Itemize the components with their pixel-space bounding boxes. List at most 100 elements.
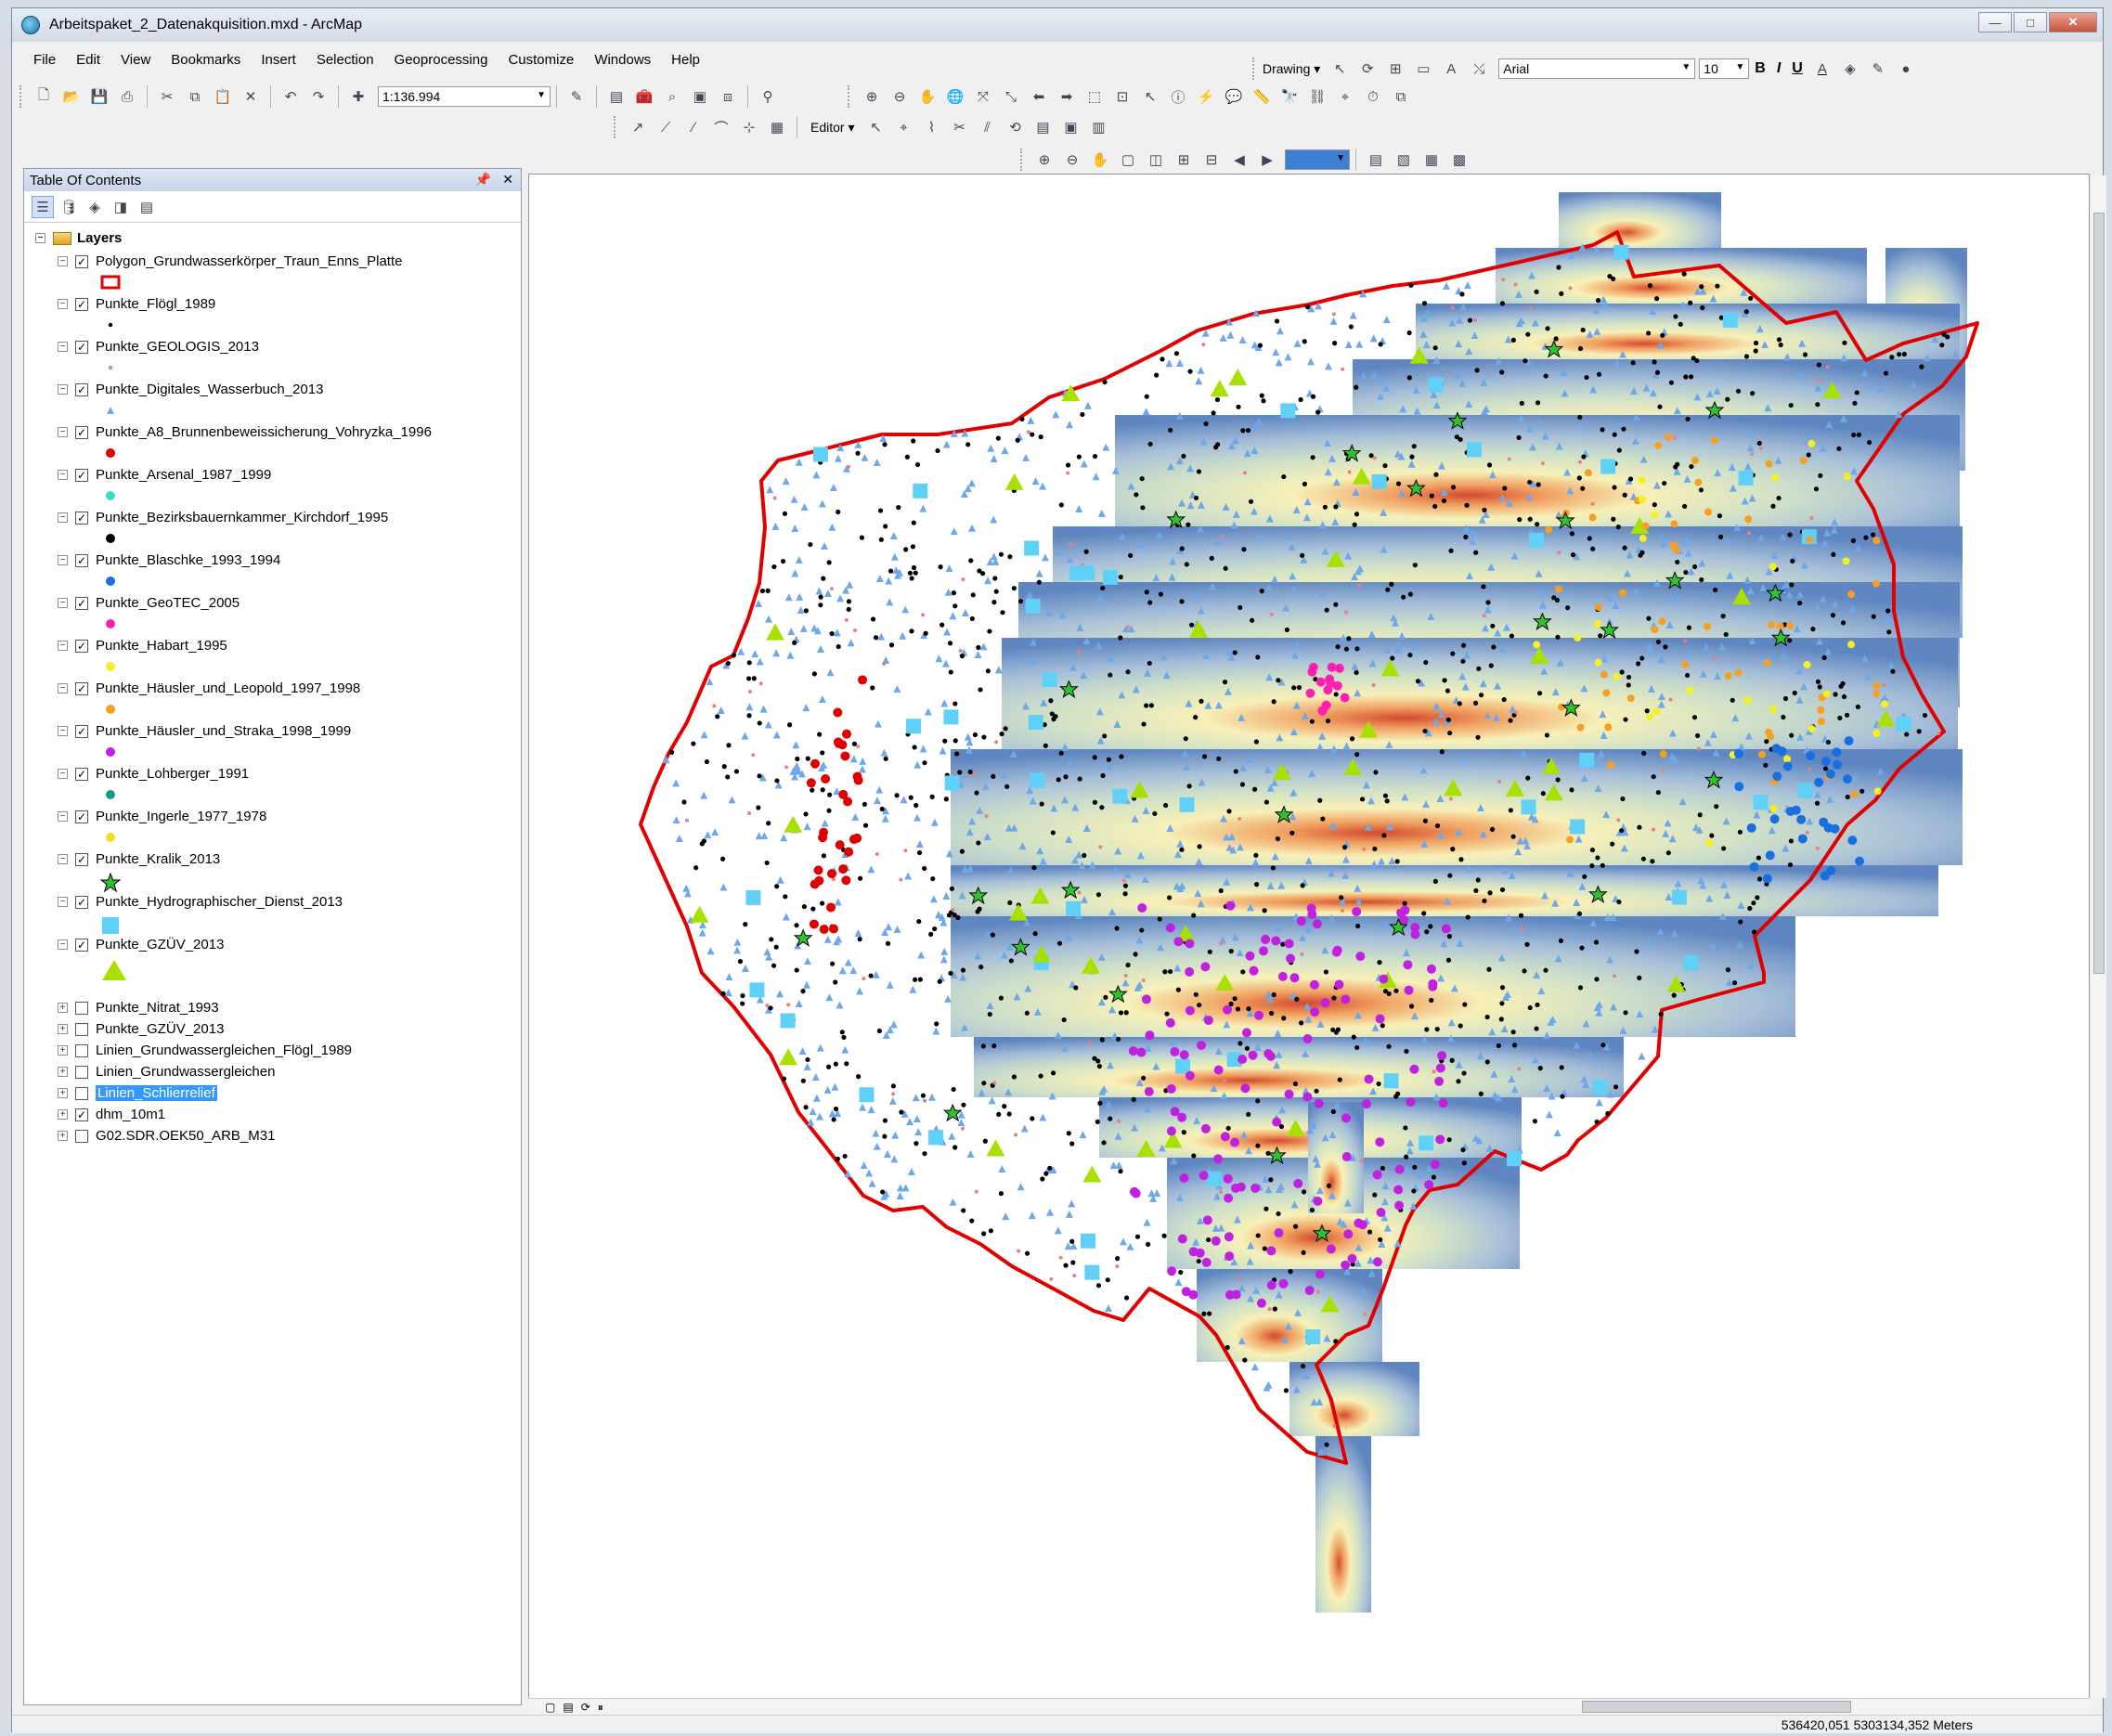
layer-row[interactable]: − ✓ Punkte_Lohberger_1991 — [58, 766, 249, 782]
layer-row[interactable]: − ✓ Punkte_Kralik_2013 — [58, 851, 220, 867]
refresh-icon[interactable]: ⟳ — [581, 1701, 590, 1715]
layer-row[interactable]: − ✓ Punkte_Ingerle_1977_1978 — [58, 809, 266, 824]
layer-name[interactable]: Punkte_A8_Brunnenbeweissicherung_Vohryzk… — [96, 424, 432, 440]
pan-page-icon[interactable]: ✋ — [1088, 148, 1112, 172]
layer-row[interactable]: + Punkte_GZÜV_2013 — [58, 1021, 224, 1037]
collapse-icon[interactable]: − — [58, 555, 68, 565]
search-window-icon[interactable]: ⌕ — [660, 84, 684, 109]
collapse-icon[interactable]: − — [58, 811, 68, 822]
previous-page-extent-icon[interactable]: ◀ — [1227, 148, 1251, 172]
layer-symbol-circle-icon[interactable] — [100, 616, 121, 635]
collapse-icon[interactable]: − — [58, 641, 68, 651]
collapse-icon[interactable]: − — [58, 598, 68, 608]
save-icon[interactable]: 💾 — [87, 84, 111, 109]
layer-symbol-triangle-big-icon[interactable] — [100, 958, 128, 986]
menu-bookmarks[interactable]: Bookmarks — [161, 52, 251, 68]
layer-name[interactable]: Linien_Schlierrelief — [96, 1085, 217, 1101]
layer-symbol-circle-icon[interactable] — [100, 488, 121, 507]
layer-name[interactable]: Punkte_Bezirksbauernkammer_Kirchdorf_199… — [96, 510, 388, 525]
layer-name[interactable]: Punkte_Blaschke_1993_1994 — [96, 552, 280, 568]
fixed-zoom-out-icon[interactable]: ⤡ — [999, 84, 1023, 109]
layer-name[interactable]: Punkte_Nitrat_1993 — [96, 1000, 219, 1016]
rectangle-icon[interactable]: ▭ — [1411, 57, 1435, 81]
layer-symbol-circle-icon[interactable] — [100, 787, 121, 806]
layer-visibility-checkbox[interactable]: ✓ — [75, 724, 88, 738]
maximize-button[interactable]: □ — [2014, 12, 2047, 32]
layer-visibility-checkbox[interactable] — [75, 1129, 88, 1143]
layer-row[interactable]: + Linien_Schlierrelief — [58, 1085, 217, 1101]
straight-segment-icon[interactable]: ∕ — [681, 115, 706, 139]
layer-symbol-triangle-icon[interactable] — [100, 403, 121, 421]
layer-visibility-checkbox[interactable]: ✓ — [75, 382, 88, 396]
hyperlink-icon[interactable]: ⚡ — [1194, 84, 1218, 109]
map-canvas[interactable] — [529, 175, 2090, 1700]
underline-button[interactable]: U — [1792, 60, 1803, 77]
layer-row[interactable]: + G02.SDR.OEK50_ARB_M31 — [58, 1128, 275, 1144]
cut-polygons-icon[interactable]: ✂ — [948, 115, 972, 139]
layer-visibility-checkbox[interactable]: ✓ — [75, 553, 88, 567]
layer-name[interactable]: Linien_Grundwassergleichen_Flögl_1989 — [96, 1043, 352, 1058]
menu-view[interactable]: View — [110, 52, 161, 68]
layer-name[interactable]: Punkte_Habart_1995 — [96, 638, 227, 654]
zoom-to-elements-icon[interactable]: ⊞ — [1383, 57, 1407, 81]
list-by-selection-icon[interactable]: ◨ — [110, 196, 132, 218]
layer-visibility-checkbox[interactable]: ✓ — [75, 681, 88, 695]
list-by-drawing-order-icon[interactable]: ☰ — [32, 195, 54, 218]
layer-name[interactable]: Punkte_Arsenal_1987_1999 — [96, 467, 271, 483]
layer-name[interactable]: Punkte_Häusler_und_Leopold_1997_1998 — [96, 680, 360, 696]
collapse-icon[interactable]: − — [35, 233, 45, 243]
layer-row[interactable]: + ✓ dhm_10m1 — [58, 1107, 165, 1122]
menu-insert[interactable]: Insert — [251, 52, 306, 68]
zoom-out-icon[interactable]: ⊖ — [888, 84, 912, 109]
next-page-extent-icon[interactable]: ▶ — [1255, 148, 1279, 172]
zoom-in-page-icon[interactable]: ⊕ — [1032, 148, 1056, 172]
reshape-feature-icon[interactable]: ⌇ — [920, 115, 944, 139]
undo-icon[interactable]: ↶ — [279, 84, 303, 109]
layout-view-icon[interactable]: ▤ — [563, 1701, 573, 1715]
menu-customize[interactable]: Customize — [498, 52, 584, 68]
expand-icon[interactable]: + — [58, 1024, 68, 1034]
layer-row[interactable]: − ✓ Punkte_Hydrographischer_Dienst_2013 — [58, 894, 343, 910]
menu-selection[interactable]: Selection — [306, 52, 384, 68]
collapse-icon[interactable]: − — [58, 769, 68, 779]
data-driven-pages-icon[interactable]: ▩ — [1447, 148, 1471, 172]
zoom-out-page-icon[interactable]: ⊖ — [1060, 148, 1084, 172]
layer-name[interactable]: G02.SDR.OEK50_ARB_M31 — [96, 1128, 275, 1144]
collapse-icon[interactable]: − — [58, 256, 68, 266]
text-icon[interactable]: A — [1439, 57, 1463, 81]
editor-toolbar-icon[interactable]: ✎ — [564, 84, 589, 109]
layer-visibility-checkbox[interactable]: ✓ — [75, 1108, 88, 1121]
auto-hide-pin-icon[interactable]: 📌 — [475, 172, 491, 188]
edit-annotation-icon[interactable]: ⟋ — [654, 115, 678, 139]
select-elements-icon[interactable]: ↖ — [1138, 84, 1162, 109]
pan-icon[interactable]: ✋ — [915, 84, 939, 109]
collapse-icon[interactable]: − — [58, 427, 68, 437]
layer-visibility-checkbox[interactable]: ✓ — [75, 297, 88, 311]
collapse-icon[interactable]: − — [58, 854, 68, 864]
edit-pointer-icon[interactable]: ↖ — [864, 115, 888, 139]
fill-color-icon[interactable]: ◈ — [1838, 57, 1862, 81]
layer-symbol-circle-icon[interactable] — [100, 659, 121, 678]
font-size-combo[interactable]: 10 ▼ — [1699, 58, 1750, 79]
go-to-xy-icon[interactable]: ⌖ — [1333, 84, 1357, 109]
layer-visibility-checkbox[interactable]: ✓ — [75, 895, 88, 909]
layer-symbol-dot-icon[interactable] — [100, 360, 121, 379]
layer-row[interactable]: + Linien_Grundwassergleichen_Flögl_1989 — [58, 1043, 352, 1058]
find-icon[interactable]: 🔭 — [1277, 84, 1302, 109]
vertex-icon[interactable]: ⊹ — [737, 115, 761, 139]
hscroll-thumb[interactable] — [1582, 1701, 1851, 1713]
layer-visibility-checkbox[interactable] — [75, 1065, 88, 1079]
edit-vertices-tool-icon[interactable]: ⌖ — [892, 115, 916, 139]
map-scale-combo[interactable]: 1:136.994 ▼ — [378, 86, 551, 107]
fixed-zoom-out-page-icon[interactable]: ⊟ — [1199, 148, 1224, 172]
font-color-icon[interactable]: A — [1810, 57, 1834, 81]
layer-row[interactable]: − ✓ Punkte_Flögl_1989 — [58, 296, 215, 312]
close-button[interactable]: ✕ — [2049, 12, 2097, 32]
layer-row[interactable]: − ✓ Punkte_Digitales_Wasserbuch_2013 — [58, 382, 323, 397]
layer-visibility-checkbox[interactable]: ✓ — [75, 340, 88, 354]
open-folder-icon[interactable]: 📂 — [59, 84, 84, 109]
layer-name[interactable]: Punkte_GeoTEC_2005 — [96, 595, 240, 611]
layer-visibility-checkbox[interactable]: ✓ — [75, 639, 88, 653]
expand-icon[interactable]: + — [58, 1109, 68, 1120]
layer-row[interactable]: + Linien_Grundwassergleichen — [58, 1064, 275, 1080]
